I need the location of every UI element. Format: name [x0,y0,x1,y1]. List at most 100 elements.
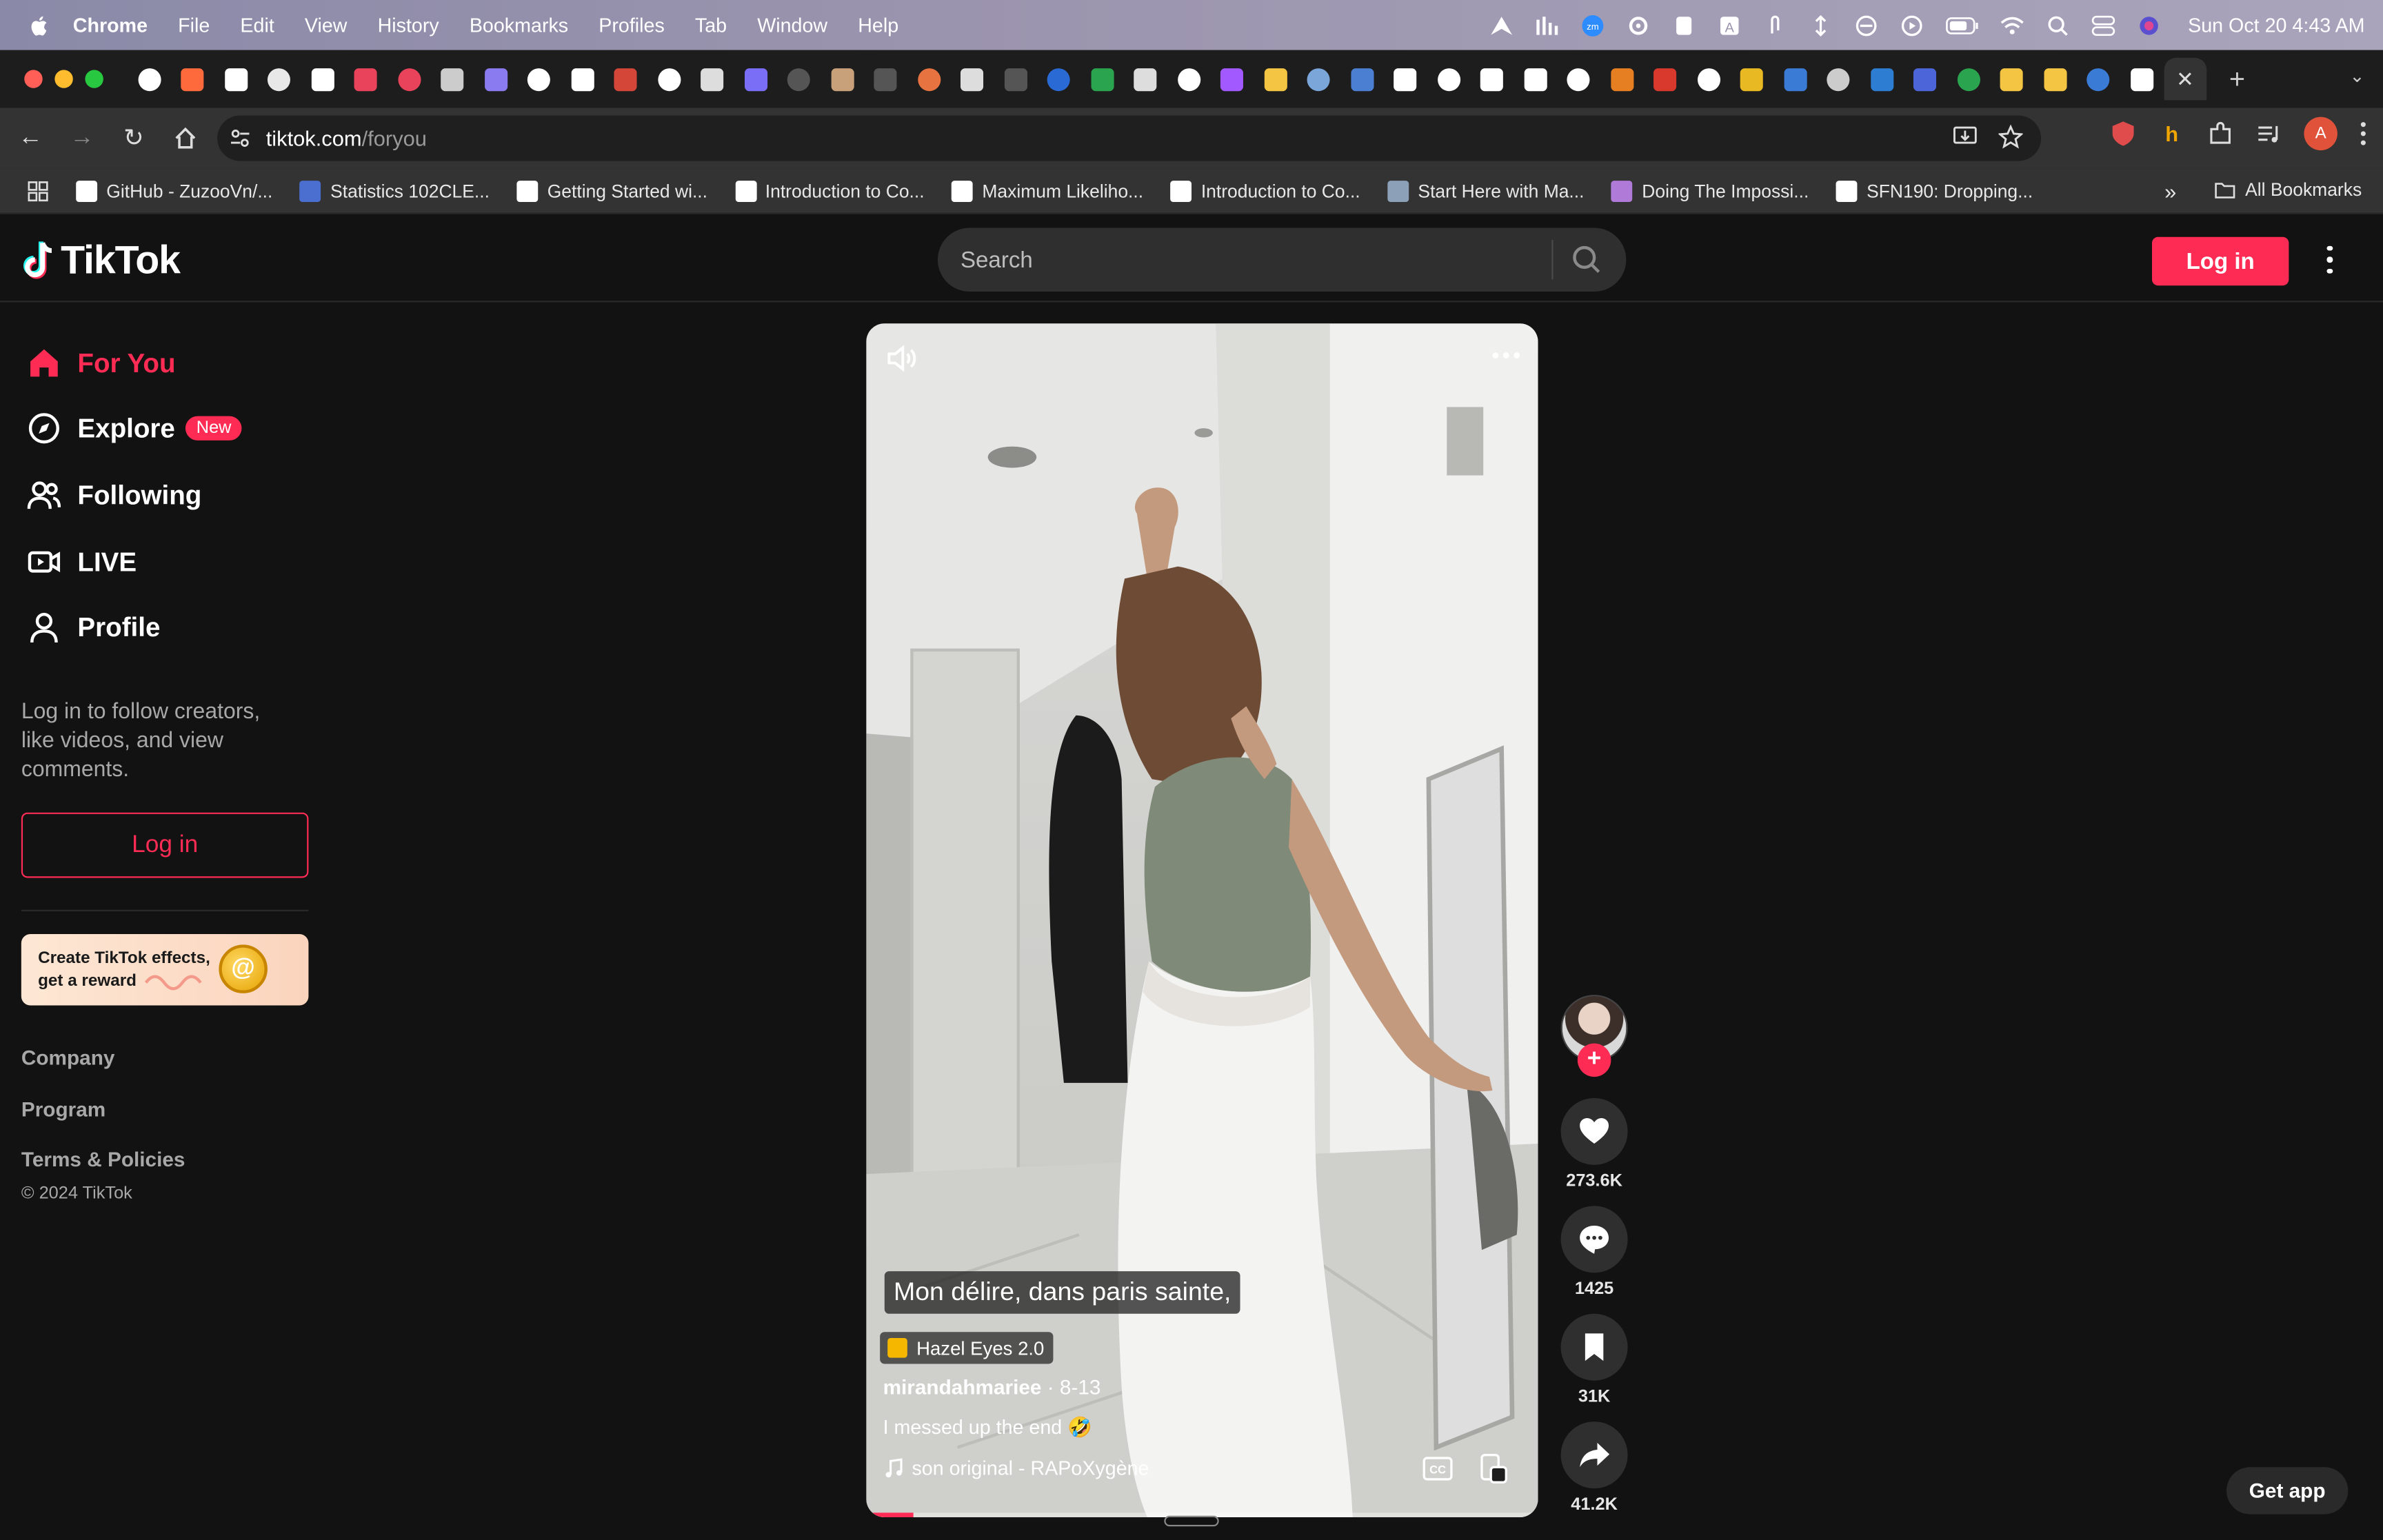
pinned-tab[interactable] [561,58,604,101]
pinned-tab[interactable] [1124,58,1167,101]
like-button[interactable] [1560,1097,1628,1165]
pinned-tab[interactable] [907,58,951,101]
battery-icon[interactable] [1944,14,1978,36]
pinned-tab[interactable] [388,58,431,101]
media-controls-icon[interactable] [2255,120,2283,148]
play-circle-icon[interactable] [1899,14,1923,36]
pinned-tab[interactable] [864,58,907,101]
menu-edit[interactable]: Edit [240,14,274,37]
siri-icon[interactable] [2136,14,2160,36]
back-button[interactable]: ← [6,114,55,163]
close-window-button[interactable] [24,70,43,88]
pinned-tab[interactable] [777,58,821,101]
apple-icon[interactable] [28,13,52,37]
pinned-tab[interactable] [1254,58,1297,101]
video-more-options-icon[interactable] [1492,352,1520,358]
menu-window[interactable]: Window [757,14,827,37]
pinned-tab[interactable] [1687,58,1731,101]
do-not-disturb-icon[interactable] [1853,14,1878,36]
bookmark-star-icon[interactable] [1998,124,2023,149]
footer-program-link[interactable]: Program [21,1098,105,1121]
chrome-menu-icon[interactable] [2359,120,2368,148]
tiktok-logo[interactable]: TikTok [21,237,181,284]
nav-profile[interactable]: Profile [28,611,160,644]
pinned-tab[interactable] [1297,58,1340,101]
bookmark-item[interactable]: SFN190: Dropping... [1836,180,2033,201]
pinned-tab[interactable] [1384,58,1427,101]
menu-file[interactable]: File [178,14,210,37]
video-player[interactable]: Mon délire, dans paris sainte, Hazel Eye… [866,323,1538,1517]
search-bar[interactable]: Search [937,227,1627,292]
menu-help[interactable]: Help [858,14,898,37]
clipboard-icon[interactable] [1671,14,1696,36]
pinned-tab[interactable] [1557,58,1600,101]
pinned-tab[interactable] [821,58,864,101]
pinned-tab[interactable] [1080,58,1124,101]
bookmark-item[interactable]: Maximum Likeliho... [952,180,1143,201]
address-bar[interactable]: tiktok.com/foryou [217,115,2042,161]
tab-search-chevron-icon[interactable]: ⌄ [2349,65,2364,87]
pinned-tab[interactable] [994,58,1037,101]
pinned-tab[interactable] [128,58,171,101]
profile-avatar[interactable]: A [2304,116,2337,151]
active-tab[interactable]: ✕ [2163,57,2207,101]
share-button[interactable] [1560,1421,1628,1489]
menu-tab[interactable]: Tab [695,14,727,37]
pinned-tab[interactable] [1600,58,1644,101]
pinned-tab[interactable] [734,58,778,101]
pinned-tab[interactable] [214,58,258,101]
reload-button[interactable]: ↻ [110,114,159,163]
pinned-tab[interactable] [1340,58,1384,101]
bookmark-item[interactable]: Doing The Impossi... [1611,180,1809,201]
pinned-tab[interactable] [1773,58,1817,101]
install-app-icon[interactable] [1953,125,1977,149]
pinned-tab[interactable] [1817,58,1860,101]
pinned-tab[interactable] [647,58,691,101]
extensions-puzzle-icon[interactable] [2206,120,2234,148]
effects-promo-banner[interactable]: Create TikTok effects, get a reward @ [21,933,309,1006]
sidebar-login-button[interactable]: Log in [21,812,309,878]
shield-extension-icon[interactable] [2109,120,2137,148]
pinned-tab[interactable] [431,58,474,101]
pinned-tab[interactable] [301,58,344,101]
bookmark-item[interactable]: GitHub - ZuzooVn/... [76,180,272,201]
new-tab-button[interactable]: + [2219,63,2255,94]
bookmark-item[interactable]: Statistics 102CLE... [300,180,490,201]
vertical-arrows-icon[interactable] [1808,14,1832,36]
pinned-tab[interactable] [1947,58,1990,101]
pinned-tab[interactable] [1427,58,1471,101]
menu-history[interactable]: History [378,14,439,37]
nav-explore[interactable]: Explore New [28,412,242,445]
more-bookmarks-button[interactable]: » [2164,179,2176,203]
scroll-handle[interactable] [1164,1515,1219,1527]
pinned-tab[interactable] [604,58,647,101]
pinned-tab[interactable] [1167,58,1211,101]
menu-clock[interactable]: Sun Oct 20 4:43 AM [2188,14,2364,37]
volume-icon[interactable] [885,342,918,375]
honey-extension-icon[interactable]: h [2158,120,2186,148]
pinned-tab[interactable] [1860,58,1904,101]
nav-following[interactable]: Following [27,478,201,511]
bookmark-item[interactable]: Introduction to Co... [734,180,925,201]
text-tool-icon[interactable]: A [1717,14,1741,36]
header-login-button[interactable]: Log in [2152,236,2289,286]
pinned-tab[interactable] [171,58,214,101]
pinned-tab[interactable] [1514,58,1557,101]
pinned-tab[interactable] [1904,58,1947,101]
all-bookmarks-button[interactable]: All Bookmarks [2215,179,2362,201]
site-settings-icon[interactable] [230,128,251,149]
warp-icon[interactable] [1489,14,1513,36]
minimize-window-button[interactable] [54,70,73,88]
get-app-button[interactable]: Get app [2226,1467,2349,1514]
pinned-tab[interactable] [1211,58,1254,101]
nav-live[interactable]: LIVE [28,545,137,578]
pinned-tab[interactable] [2077,58,2120,101]
save-button[interactable] [1560,1313,1628,1381]
header-more-icon[interactable] [2316,241,2344,278]
forward-button[interactable]: → [58,114,107,163]
footer-company-link[interactable]: Company [21,1046,115,1069]
nav-for-you[interactable]: For You [28,346,176,379]
bookmark-item[interactable]: Getting Started wi... [516,180,707,201]
pinned-tab[interactable] [1644,58,1687,101]
wifi-icon[interactable] [2000,14,2024,36]
